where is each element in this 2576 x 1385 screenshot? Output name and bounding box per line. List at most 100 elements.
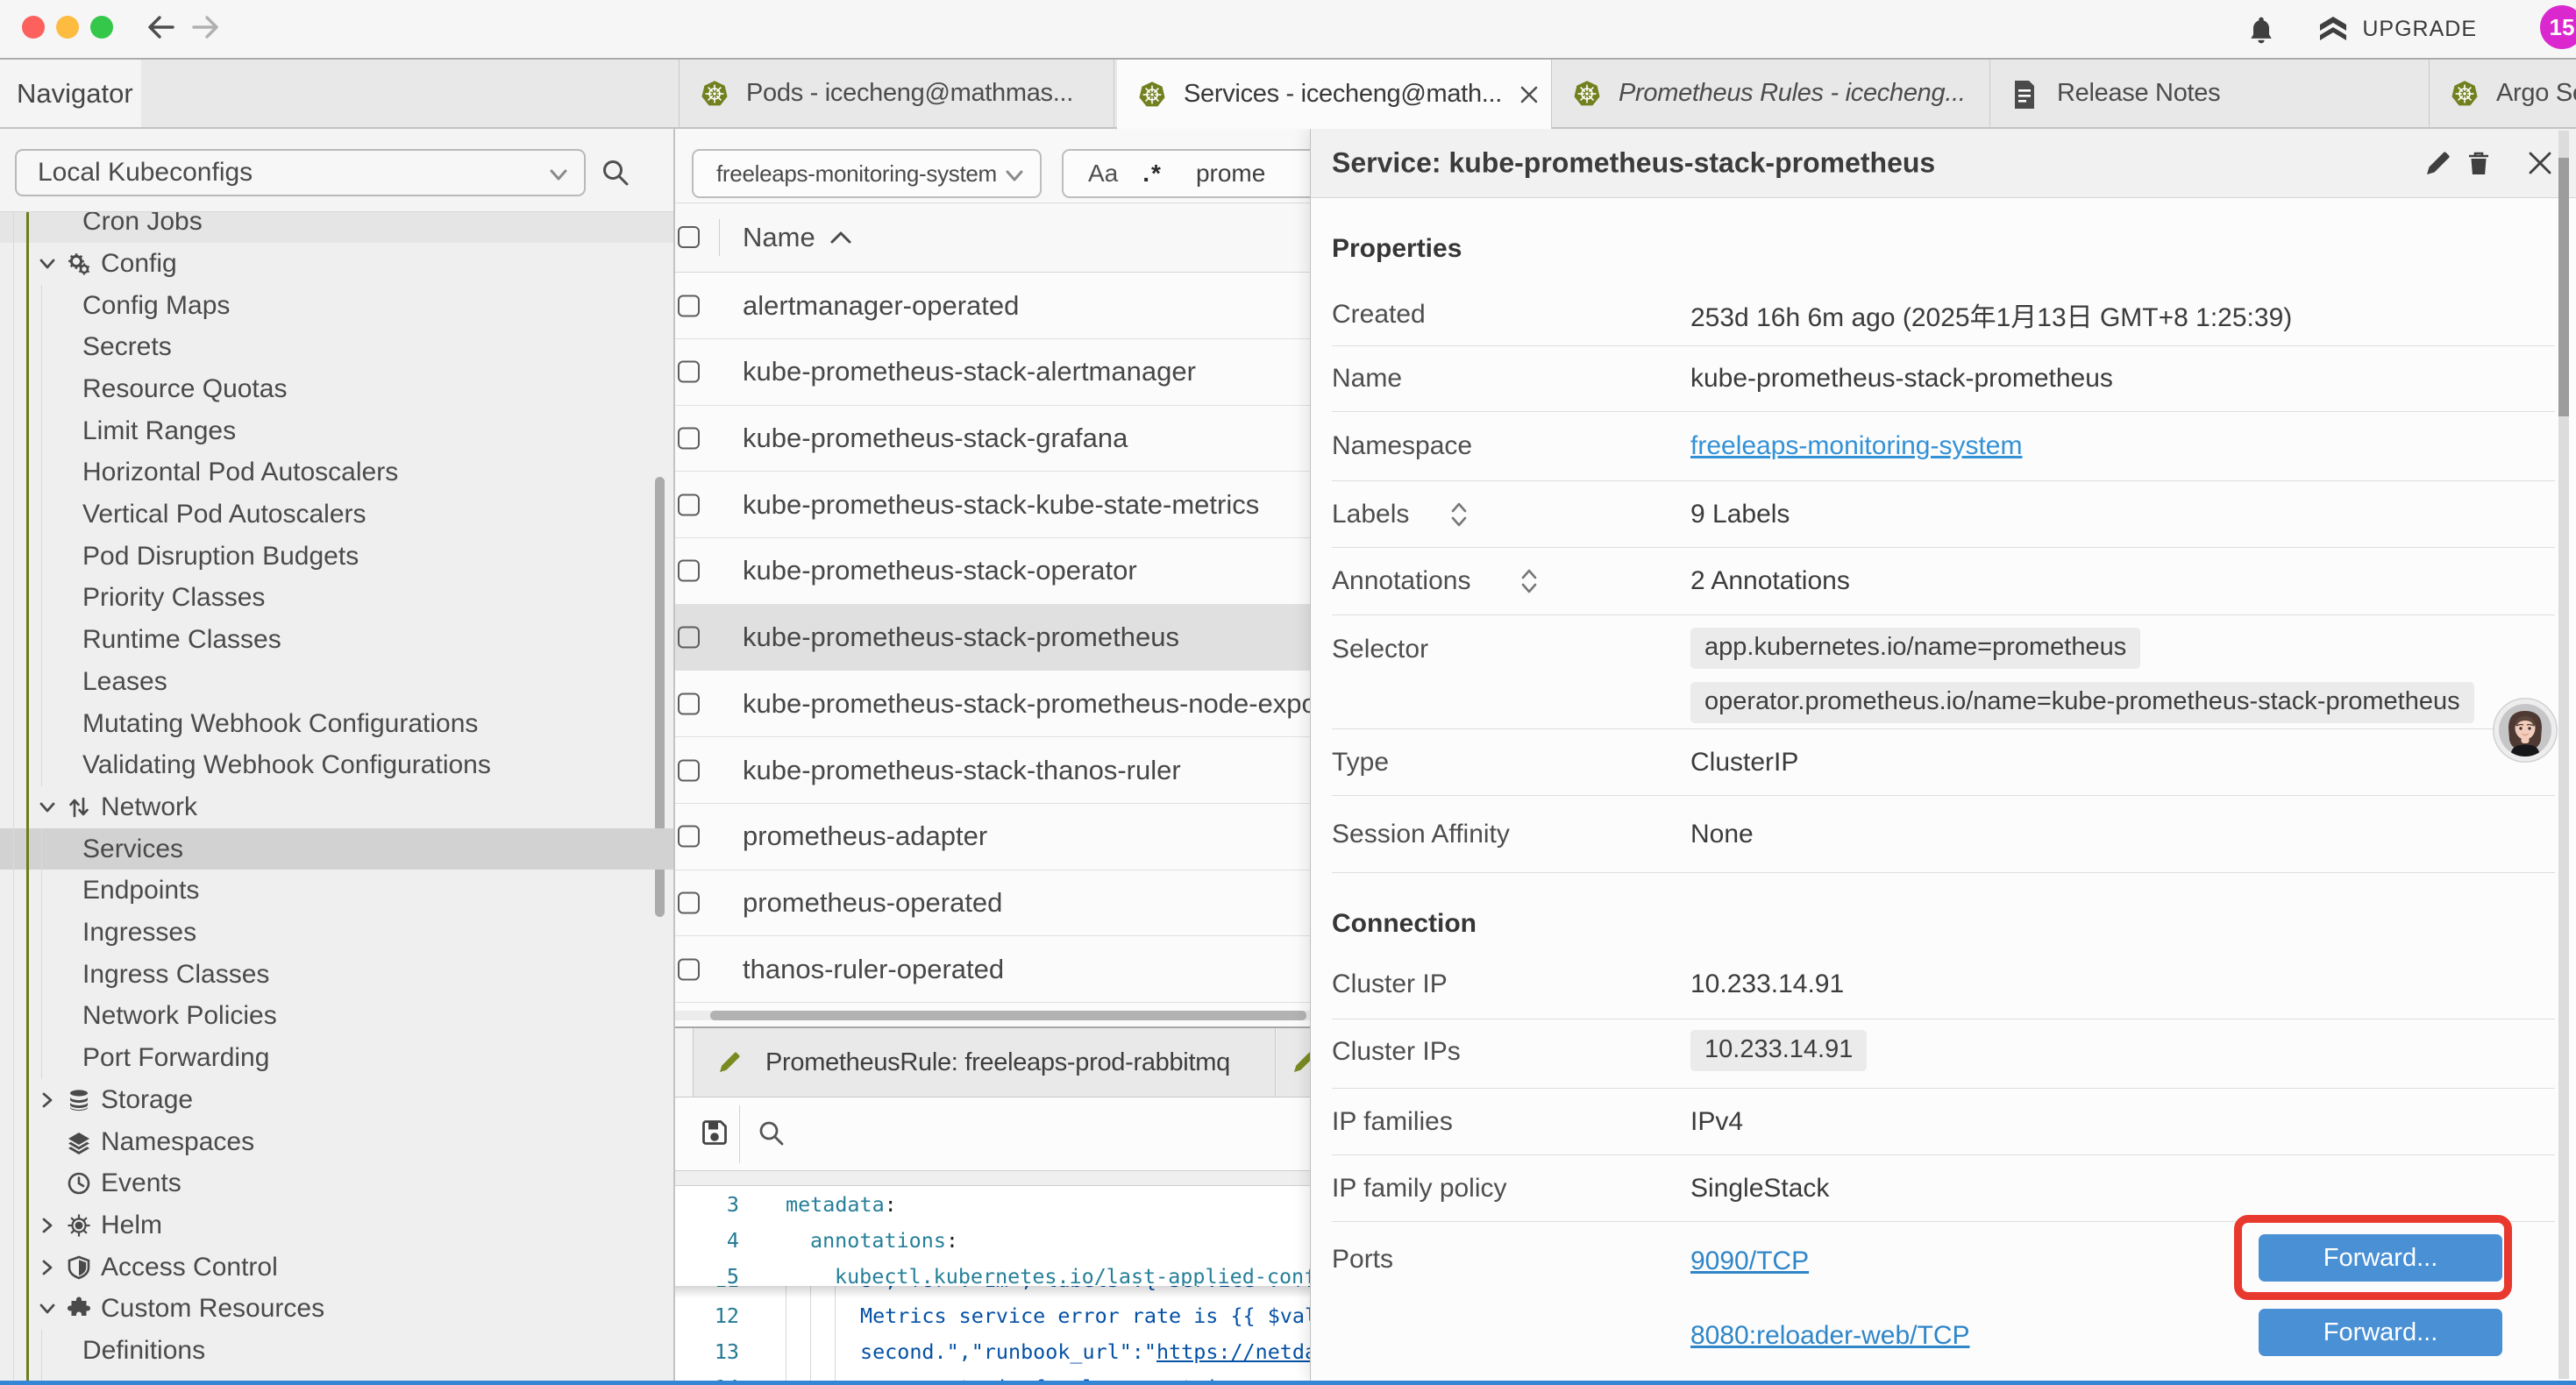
- tab-1[interactable]: Services - icecheng@math...: [1117, 60, 1552, 129]
- chevron-down-icon[interactable]: [545, 161, 572, 188]
- sidebar-item-limit-ranges[interactable]: Limit Ranges: [0, 410, 673, 452]
- sidebar-item-priority-classes[interactable]: Priority Classes: [0, 578, 673, 620]
- sidebar-item-storage[interactable]: Storage: [0, 1079, 673, 1121]
- bell-icon[interactable]: [2248, 15, 2274, 47]
- row-checkbox[interactable]: [678, 361, 700, 383]
- sidebar-item-validating-webhook-configurations[interactable]: Validating Webhook Configurations: [0, 744, 673, 786]
- regex-toggle[interactable]: .*: [1142, 160, 1163, 188]
- sidebar-item-secrets[interactable]: Secrets: [0, 326, 673, 368]
- row-checkbox[interactable]: [678, 494, 700, 515]
- sidebar-item-namespaces[interactable]: Namespaces: [0, 1121, 673, 1163]
- port-link-9090[interactable]: 9090/TCP: [1690, 1246, 1809, 1276]
- row-checkbox[interactable]: [678, 560, 700, 582]
- service-name: kube-prometheus-stack-alertmanager: [743, 356, 1196, 387]
- forward-button[interactable]: Forward...: [2259, 1309, 2502, 1356]
- selector-badge: operator.prometheus.io/name=kube-prometh…: [1690, 682, 2474, 723]
- back-arrow-icon: [140, 10, 175, 45]
- search-query-text[interactable]: prome: [1196, 160, 1265, 188]
- drawer-row: Created253d 16h 6m ago (2025年1月13日 GMT+8…: [1332, 283, 2555, 346]
- chevron-right-icon[interactable]: [35, 1213, 60, 1238]
- sidebar-item-label: Storage: [101, 1085, 193, 1115]
- upgrade-chevrons-icon[interactable]: [2318, 17, 2348, 45]
- sidebar-item-custom-resources[interactable]: Custom Resources: [0, 1289, 673, 1331]
- chevron-down-icon[interactable]: [35, 1296, 60, 1321]
- traffic-light-close-button[interactable]: [22, 16, 45, 39]
- sidebar-item-endpoints[interactable]: Endpoints: [0, 870, 673, 913]
- row-checkbox[interactable]: [678, 759, 700, 781]
- sidebar-item-pod-disruption-budgets[interactable]: Pod Disruption Budgets: [0, 536, 673, 578]
- row-checkbox[interactable]: [678, 692, 700, 714]
- sidebar-item-services[interactable]: Services: [0, 828, 673, 870]
- yaml-key: metadata: [786, 1192, 885, 1217]
- indent-guide: [41, 828, 42, 1079]
- row-checkbox[interactable]: [678, 958, 700, 980]
- window-titlebar: UPGRADE 15: [0, 0, 2576, 60]
- namespace-select[interactable]: freeleaps-monitoring-system: [692, 149, 1042, 198]
- sidebar-item-events[interactable]: Events: [0, 1162, 673, 1204]
- sidebar-item-mutating-webhook-configurations[interactable]: Mutating Webhook Configurations: [0, 703, 673, 745]
- tab-0[interactable]: Pods - icecheng@mathmas...: [679, 60, 1114, 127]
- sort-toggle-icon[interactable]: [1449, 500, 1469, 529]
- horizontal-scrollbar-thumb[interactable]: [710, 1011, 1306, 1020]
- sidebar-item-config[interactable]: Config: [0, 243, 673, 285]
- chevron-down-icon[interactable]: [35, 252, 60, 276]
- back-button[interactable]: [140, 10, 175, 45]
- tab-2[interactable]: Prometheus Rules - icecheng...: [1552, 60, 1990, 127]
- sidebar-item-vertical-pod-autoscalers[interactable]: Vertical Pod Autoscalers: [0, 494, 673, 536]
- sidebar-item-config-maps[interactable]: Config Maps: [0, 285, 673, 327]
- sort-toggle-icon[interactable]: [1519, 566, 1539, 596]
- sidebar-item-runtime-classes[interactable]: Runtime Classes: [0, 619, 673, 661]
- row-label: Created: [1332, 300, 1426, 330]
- sidebar-item-leases[interactable]: Leases: [0, 661, 673, 703]
- row-checkbox[interactable]: [678, 627, 700, 649]
- row-checkbox[interactable]: [678, 428, 700, 450]
- traffic-light-minimize-button[interactable]: [56, 16, 79, 39]
- line-number: 4: [675, 1228, 739, 1253]
- sidebar-item-network-policies[interactable]: Network Policies: [0, 996, 673, 1038]
- sidebar-item-definitions[interactable]: Definitions: [0, 1330, 673, 1372]
- tab-3[interactable]: Release Notes: [1990, 60, 2430, 127]
- upgrade-button[interactable]: UPGRADE: [2362, 17, 2477, 42]
- match-case-toggle[interactable]: Aa: [1088, 160, 1118, 188]
- drawer-scrollbar-thumb[interactable]: [2558, 158, 2569, 416]
- row-checkbox[interactable]: [678, 295, 700, 316]
- sidebar-item-ingress-classes[interactable]: Ingress Classes: [0, 954, 673, 996]
- row-checkbox[interactable]: [678, 891, 700, 913]
- name-column-header[interactable]: Name: [743, 222, 815, 253]
- dock-tab-prometheusrule[interactable]: PrometheusRule: freeleaps-prod-rabbitmq: [693, 1028, 1276, 1097]
- notification-count-badge[interactable]: 15: [2540, 5, 2576, 49]
- tab-close-icon[interactable]: [1518, 83, 1541, 106]
- user-avatar[interactable]: [2493, 698, 2558, 763]
- line-number: 5: [675, 1264, 739, 1287]
- save-icon[interactable]: [701, 1119, 728, 1146]
- sort-ascending-icon[interactable]: [828, 228, 854, 247]
- select-all-checkbox[interactable]: [678, 226, 700, 248]
- chevron-down-icon[interactable]: [35, 795, 60, 820]
- chevron-right-icon[interactable]: [35, 1088, 60, 1112]
- tab-4[interactable]: Argo Se: [2430, 60, 2576, 127]
- forward-button[interactable]: [191, 10, 226, 45]
- row-checkbox[interactable]: [678, 826, 700, 848]
- sidebar-item-network[interactable]: Network: [0, 786, 673, 828]
- drawer-body: PropertiesCreated253d 16h 6m ago (2025年1…: [1311, 129, 2576, 1381]
- chevron-down-icon[interactable]: [1001, 162, 1028, 188]
- sidebar-item-helm[interactable]: Helm: [0, 1204, 673, 1246]
- sidebar-item-cron-jobs[interactable]: Cron Jobs: [0, 212, 673, 243]
- sidebar-item-port-forwarding[interactable]: Port Forwarding: [0, 1037, 673, 1079]
- sidebar-item-ingresses[interactable]: Ingresses: [0, 912, 673, 954]
- traffic-light-zoom-button[interactable]: [90, 16, 113, 39]
- indent-guide: [13, 212, 14, 1381]
- gear-icon: [67, 252, 91, 276]
- column-divider: [719, 219, 720, 256]
- port-link-8080[interactable]: 8080:reloader-web/TCP: [1690, 1321, 1970, 1351]
- sidebar-item-access-control[interactable]: Access Control: [0, 1246, 673, 1289]
- chevron-right-icon[interactable]: [35, 1255, 60, 1280]
- sidebar-item-resource-quotas[interactable]: Resource Quotas: [0, 368, 673, 410]
- namespace-link[interactable]: freeleaps-monitoring-system: [1690, 431, 2022, 461]
- kubeconfig-select[interactable]: Local Kubeconfigs: [15, 149, 586, 196]
- sidebar-item-label: Endpoints: [82, 876, 199, 906]
- row-value: 10.233.14.91: [1690, 970, 1844, 999]
- search-icon[interactable]: [757, 1119, 786, 1148]
- search-icon[interactable]: [600, 157, 631, 188]
- sidebar-item-horizontal-pod-autoscalers[interactable]: Horizontal Pod Autoscalers: [0, 452, 673, 494]
